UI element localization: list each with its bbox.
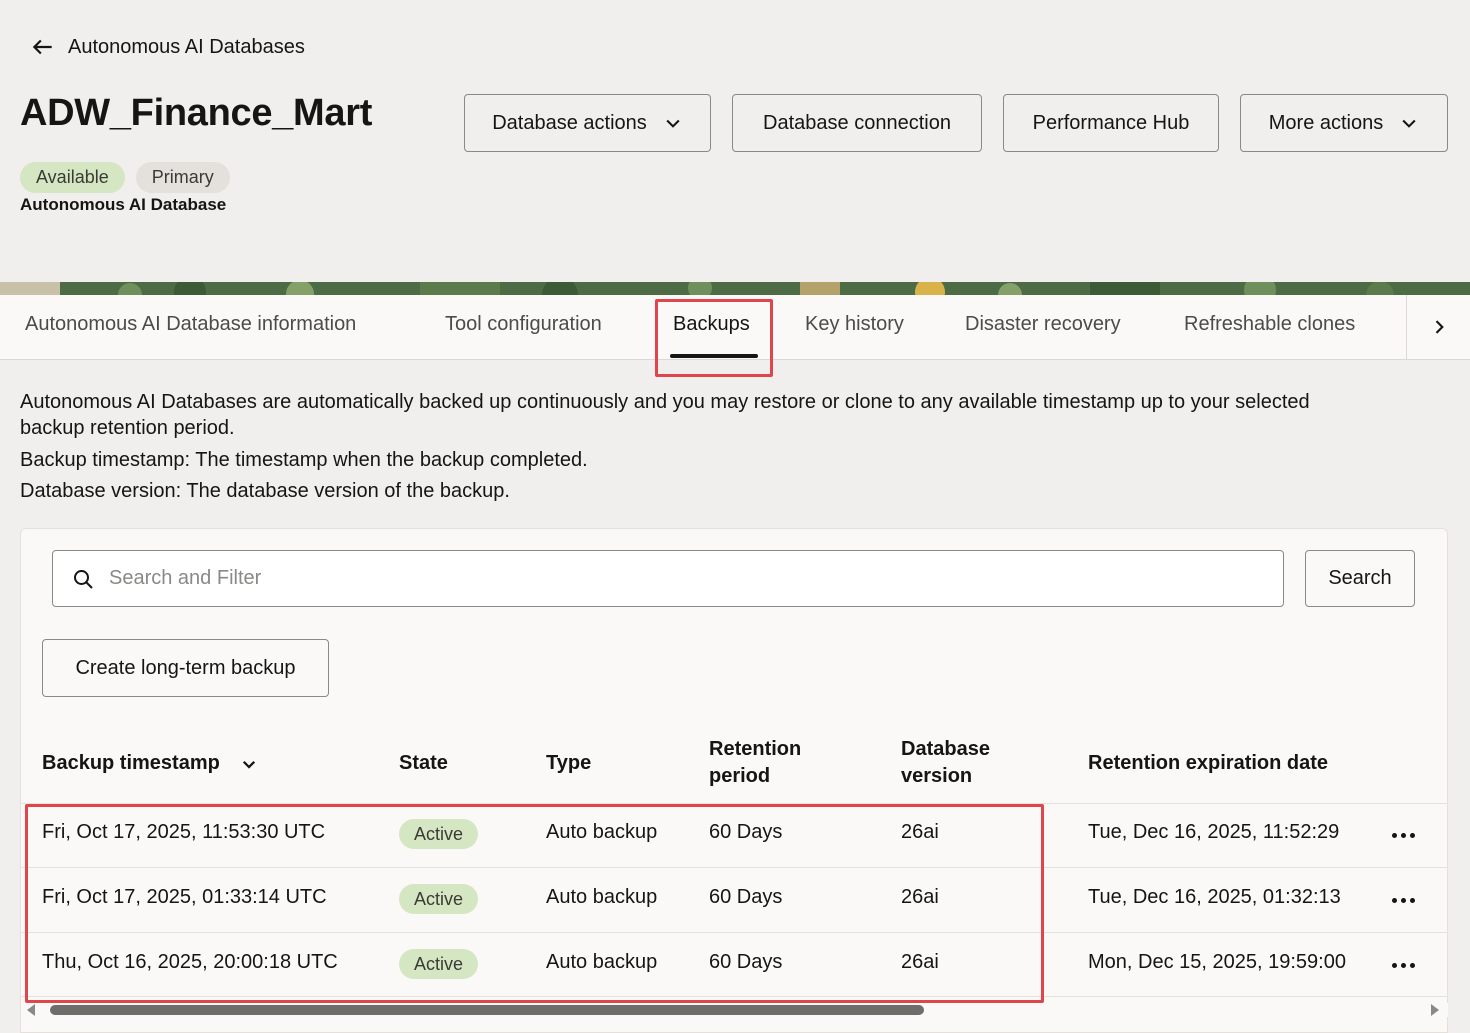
column-header-retention-expiration-date: Retention expiration date <box>1088 752 1329 774</box>
more-horizontal-icon <box>1391 962 1397 968</box>
triangle-left-icon <box>27 1004 35 1016</box>
column-header-retention-period: Retention period <box>709 736 801 790</box>
page-title: ADW_Finance_Mart <box>20 92 373 134</box>
scrollbar-thumb[interactable] <box>50 1005 924 1015</box>
status-badge-available: Available <box>20 162 125 193</box>
tab-key-history[interactable]: Key history <box>805 295 904 359</box>
cell-retention-expiration: Mon, Dec 15, 2025, 19:59:00 <box>1088 951 1346 973</box>
database-connection-button[interactable]: Database connection <box>732 94 982 152</box>
row-actions-menu-button[interactable] <box>1388 820 1418 850</box>
column-header-database-version: Database version <box>901 736 990 790</box>
more-horizontal-icon <box>1409 832 1415 838</box>
more-horizontal-icon <box>1409 897 1415 903</box>
tab-disaster-recovery[interactable]: Disaster recovery <box>965 295 1121 359</box>
create-long-term-backup-button[interactable]: Create long-term backup <box>42 639 329 697</box>
more-horizontal-icon <box>1409 962 1415 968</box>
performance-hub-button[interactable]: Performance Hub <box>1003 94 1219 152</box>
column-header-version-line-2: version <box>901 765 973 787</box>
description-line-1b: backup retention period. <box>20 417 235 439</box>
row-actions-menu-button[interactable] <box>1388 885 1418 915</box>
column-header-state: State <box>399 752 448 774</box>
tabs-scroll-right-button[interactable] <box>1406 295 1470 359</box>
tab-tool-configuration[interactable]: Tool configuration <box>445 295 602 359</box>
column-header-version-line-1: Database <box>901 738 990 760</box>
chevron-down-icon <box>1402 119 1416 128</box>
page-header: Autonomous AI Databases ADW_Finance_Mart… <box>0 0 1470 282</box>
more-horizontal-icon <box>1400 832 1406 838</box>
highlight-box-backup-rows <box>25 804 1044 1003</box>
more-horizontal-icon <box>1400 897 1406 903</box>
more-horizontal-icon <box>1391 832 1397 838</box>
column-header-retention-line-2: period <box>709 765 771 787</box>
more-actions-button[interactable]: More actions <box>1240 94 1448 152</box>
banner-pattern-icon <box>0 282 1470 295</box>
cell-retention-expiration: Tue, Dec 16, 2025, 11:52:29 <box>1088 821 1340 843</box>
description-line-2: Backup timestamp: The timestamp when the… <box>20 449 588 471</box>
scroll-left-button[interactable] <box>24 1003 38 1017</box>
chevron-down-icon <box>242 760 255 769</box>
more-horizontal-icon <box>1391 897 1397 903</box>
back-link-label: Autonomous AI Databases <box>68 35 305 58</box>
highlight-box-backups-tab <box>655 299 773 377</box>
column-header-backup-timestamp-label: Backup timestamp <box>42 752 220 774</box>
search-icon <box>74 569 93 589</box>
triangle-right-icon <box>1431 1004 1439 1016</box>
tab-database-information[interactable]: Autonomous AI Database information <box>25 295 356 359</box>
performance-hub-label: Performance Hub <box>1032 111 1190 134</box>
more-actions-label: More actions <box>1268 111 1384 134</box>
column-header-retention-line-1: Retention <box>709 738 802 760</box>
chevron-right-icon <box>1435 320 1444 334</box>
description-line-1: Autonomous AI Databases are automaticall… <box>20 391 1310 413</box>
resource-type-label: Autonomous AI Database <box>20 195 227 214</box>
description-line-3: Database version: The database version o… <box>20 480 510 502</box>
scroll-right-button[interactable] <box>1428 1003 1442 1017</box>
search-input[interactable] <box>109 567 1209 590</box>
database-actions-label: Database actions <box>492 111 647 134</box>
database-actions-button[interactable]: Database actions <box>464 94 711 152</box>
more-horizontal-icon <box>1400 962 1406 968</box>
column-header-type: Type <box>546 752 592 774</box>
role-badge-primary: Primary <box>135 162 230 193</box>
decorative-banner <box>0 282 1470 295</box>
search-button[interactable]: Search <box>1305 550 1415 607</box>
tab-refreshable-clones[interactable]: Refreshable clones <box>1184 295 1355 359</box>
cell-retention-expiration: Tue, Dec 16, 2025, 01:32:13 <box>1088 886 1341 908</box>
database-connection-label: Database connection <box>763 111 951 134</box>
back-link[interactable]: Autonomous AI Databases <box>30 34 305 60</box>
column-header-backup-timestamp[interactable]: Backup timestamp <box>42 750 258 777</box>
row-actions-menu-button[interactable] <box>1388 950 1418 980</box>
chevron-down-icon <box>666 119 680 128</box>
search-filter-box[interactable] <box>52 550 1284 607</box>
arrow-left-icon <box>32 39 52 55</box>
